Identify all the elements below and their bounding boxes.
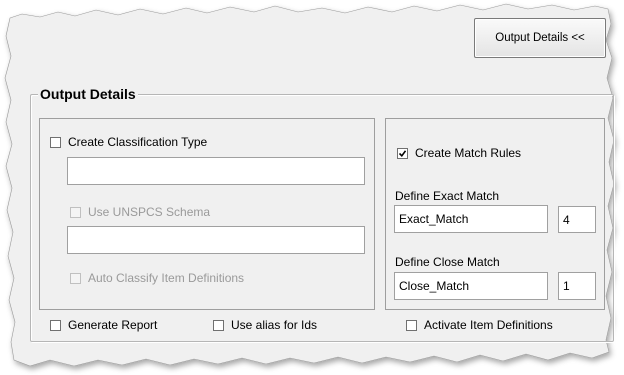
activate-item-definitions-label: Activate Item Definitions	[424, 318, 553, 332]
output-details-toggle-label: Output Details <<	[495, 32, 585, 44]
close-match-value: Close_Match	[399, 279, 470, 293]
create-match-rules-checkbox[interactable]: Create Match Rules	[397, 146, 521, 160]
exact-match-input[interactable]: Exact_Match	[394, 205, 548, 233]
checkbox-box	[70, 272, 81, 284]
close-match-count-value: 1	[563, 279, 570, 293]
checkbox-box	[50, 136, 61, 148]
check-icon	[399, 149, 406, 157]
checkbox-box	[50, 319, 61, 331]
exact-match-label: Define Exact Match	[395, 189, 500, 203]
exact-match-count-value: 4	[563, 212, 570, 227]
create-classification-checkbox[interactable]: Create Classification Type	[50, 135, 207, 149]
generate-report-checkbox[interactable]: Generate Report	[50, 318, 157, 332]
unspcs-schema-input[interactable]	[67, 226, 365, 254]
activate-item-definitions-checkbox[interactable]: Activate Item Definitions	[406, 318, 553, 332]
checkbox-box	[70, 206, 81, 218]
checkbox-box	[397, 147, 408, 159]
generate-report-label: Generate Report	[68, 318, 158, 332]
exact-match-value: Exact_Match	[399, 212, 469, 226]
checkbox-box	[213, 319, 224, 331]
checkbox-box	[406, 319, 417, 331]
create-match-rules-label: Create Match Rules	[415, 146, 522, 160]
output-details-title: Output Details	[38, 86, 138, 102]
close-match-label: Define Close Match	[395, 255, 500, 269]
use-alias-checkbox[interactable]: Use alias for Ids	[213, 318, 317, 332]
exact-match-count-input[interactable]: 4	[558, 206, 596, 233]
use-unspcs-schema-label: Use UNSPCS Schema	[88, 205, 211, 219]
close-match-count-input[interactable]: 1	[558, 272, 596, 300]
classification-name-input[interactable]	[67, 157, 365, 185]
use-alias-label: Use alias for Ids	[231, 318, 318, 332]
auto-classify-checkbox[interactable]: Auto Classify Item Definitions	[70, 271, 244, 285]
close-match-input[interactable]: Close_Match	[394, 272, 548, 300]
create-classification-label: Create Classification Type	[68, 135, 208, 149]
auto-classify-label: Auto Classify Item Definitions	[88, 271, 245, 285]
output-details-toggle-button[interactable]: Output Details <<	[474, 18, 606, 58]
use-unspcs-schema-checkbox[interactable]: Use UNSPCS Schema	[70, 205, 210, 219]
